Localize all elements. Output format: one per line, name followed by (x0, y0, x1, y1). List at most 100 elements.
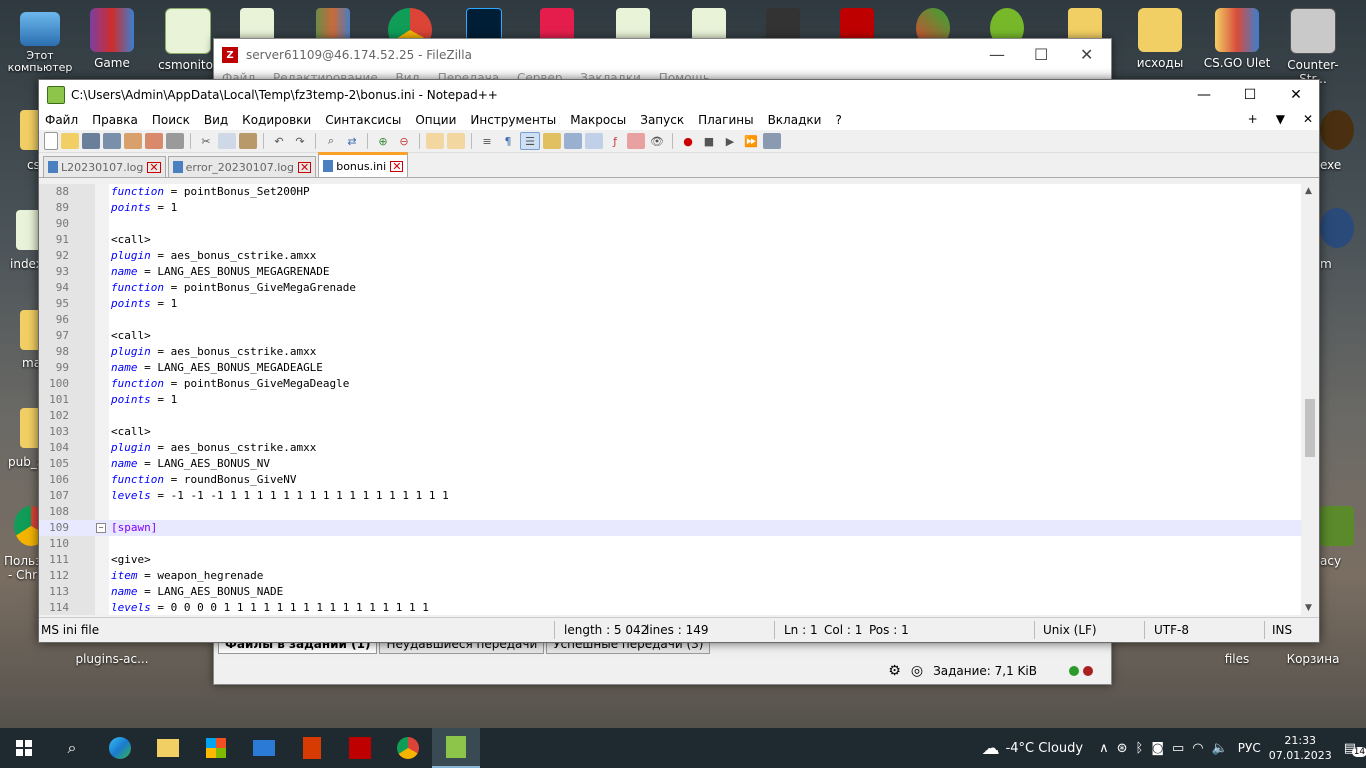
save-icon[interactable] (82, 133, 100, 149)
start-button[interactable] (0, 728, 48, 768)
tab-document[interactable]: error_20230107.log ✕ (167, 156, 317, 177)
bluetooth-icon[interactable]: ᛒ (1136, 741, 1144, 756)
open-file-icon[interactable] (61, 133, 79, 149)
speed-limit-icon[interactable]: ◎ (911, 663, 923, 679)
editor-line[interactable]: 96 (39, 312, 1301, 328)
close-tab-icon[interactable]: ✕ (390, 160, 404, 172)
close-button[interactable]: ✕ (1080, 45, 1093, 64)
editor-line[interactable]: 95 points = 1 (39, 296, 1301, 312)
redo-icon[interactable]: ↷ (291, 133, 309, 149)
search-icon[interactable]: ⌕ (48, 728, 96, 768)
editor-line[interactable]: 104 plugin = aes_bonus_cstrike.amxx (39, 440, 1301, 456)
editor-line[interactable]: 102 (39, 408, 1301, 424)
menu-language[interactable]: Синтаксисы (325, 113, 401, 127)
volume-icon[interactable]: 🔈 (1212, 741, 1228, 756)
editor-line[interactable]: 88 function = pointBonus_Set200HP (39, 184, 1301, 200)
menu-encoding[interactable]: Кодировки (242, 113, 311, 127)
desktop-icon-this-pc[interactable]: Этот компьютер (2, 8, 78, 74)
close-button[interactable]: ✕ (1273, 80, 1319, 110)
indent-guide-icon[interactable]: ☰ (520, 132, 540, 150)
menu-view[interactable]: Вид (204, 113, 228, 127)
cloud-icon[interactable]: ☁ (982, 738, 1000, 759)
mail-icon[interactable] (240, 728, 288, 768)
camera-icon[interactable]: ◙ (1151, 741, 1164, 756)
tab-document-active[interactable]: bonus.ini ✕ (318, 152, 409, 177)
desktop-icon-game[interactable]: Game (74, 8, 150, 70)
battery-icon[interactable]: ▭ (1172, 741, 1184, 756)
editor-line[interactable]: 89 points = 1 (39, 200, 1301, 216)
menu-file[interactable]: Файл (45, 113, 78, 127)
scroll-down-icon[interactable]: ▼ (1305, 603, 1312, 613)
editor-line[interactable]: 110 (39, 536, 1301, 552)
sync-horizontal-icon[interactable] (447, 133, 465, 149)
menu-run[interactable]: Запуск (640, 113, 684, 127)
save-macro-icon[interactable] (763, 133, 781, 149)
print-icon[interactable] (166, 133, 184, 149)
desktop-icon-csgo-ulet[interactable]: CS.GO Ulet (1199, 8, 1275, 70)
weather[interactable]: -4°C Cloudy (1006, 741, 1084, 756)
editor-line[interactable]: 92 plugin = aes_bonus_cstrike.amxx (39, 248, 1301, 264)
maximize-button[interactable]: ☐ (1034, 45, 1048, 64)
app-icon[interactable] (1320, 110, 1354, 150)
editor-line[interactable]: 113 name = LANG_AES_BONUS_NADE (39, 584, 1301, 600)
cut-icon[interactable]: ✂ (197, 133, 215, 149)
close-all-icon[interactable] (145, 133, 163, 149)
tab-list-button[interactable]: ▼ (1276, 112, 1285, 126)
editor-line[interactable]: 99 name = LANG_AES_BONUS_MEGADEAGLE (39, 360, 1301, 376)
editor-line[interactable]: 100 function = pointBonus_GiveMegaDeagle (39, 376, 1301, 392)
replace-icon[interactable]: ⇄ (343, 133, 361, 149)
sync-vertical-icon[interactable] (426, 133, 444, 149)
close-tab-icon[interactable]: ✕ (298, 161, 312, 173)
store-icon[interactable] (192, 728, 240, 768)
editor-line[interactable]: 108 (39, 504, 1301, 520)
doc-map-icon[interactable] (564, 133, 582, 149)
editor-line[interactable]: 114 levels = 0 0 0 0 1 1 1 1 1 1 1 1 1 1 … (39, 600, 1301, 615)
steam-icon[interactable] (1320, 208, 1354, 248)
close-document-button[interactable]: ✕ (1303, 112, 1313, 126)
zoom-out-icon[interactable]: ⊖ (395, 133, 413, 149)
new-tab-button[interactable]: + (1248, 112, 1258, 126)
editor-line[interactable]: 107 levels = -1 -1 -1 1 1 1 1 1 1 1 1 1 1… (39, 488, 1301, 504)
notepadpp-taskbar-icon[interactable] (432, 728, 480, 768)
editor-line[interactable]: 90 (39, 216, 1301, 232)
word-wrap-icon[interactable]: ≡ (478, 133, 496, 149)
maximize-button[interactable]: ☐ (1227, 80, 1273, 110)
folder-workspace-icon[interactable] (627, 133, 645, 149)
filezilla-titlebar[interactable]: Z server61109@46.174.52.25 - FileZilla (214, 39, 1111, 71)
notepadpp-window[interactable]: C:\Users\Admin\AppData\Local\Temp\fz3tem… (38, 79, 1320, 643)
editor-line[interactable]: 112 item = weapon_hegrenade (39, 568, 1301, 584)
udl-icon[interactable] (543, 133, 561, 149)
editor-line[interactable]: 97 <call> (39, 328, 1301, 344)
desktop-icon-counter-strike[interactable]: Counter-Str... (1275, 8, 1351, 86)
notifications-button[interactable]: ▤ 14 (1344, 741, 1366, 757)
chevron-up-icon[interactable]: ∧ (1099, 741, 1109, 756)
paste-icon[interactable] (239, 133, 257, 149)
vertical-scrollbar[interactable]: ▲ ▼ (1301, 184, 1319, 615)
editor-line[interactable]: 91 <call> (39, 232, 1301, 248)
menu-macro[interactable]: Макросы (570, 113, 626, 127)
menu-tools[interactable]: Инструменты (470, 113, 556, 127)
wifi-icon[interactable]: ◠ (1192, 741, 1203, 756)
zoom-in-icon[interactable]: ⊕ (374, 133, 392, 149)
menu-edit[interactable]: Правка (92, 113, 138, 127)
menu-help[interactable]: ? (835, 113, 841, 127)
new-file-icon[interactable] (44, 132, 58, 150)
copy-icon[interactable] (218, 133, 236, 149)
record-macro-icon[interactable]: ● (679, 133, 697, 149)
minimize-button[interactable]: — (1181, 80, 1227, 110)
find-icon[interactable]: ⌕ (322, 133, 340, 149)
editor-area[interactable]: 88 function = pointBonus_Set200HP 89 points… (39, 184, 1319, 615)
editor-line[interactable]: 109 − [spawn] (39, 520, 1301, 536)
stop-macro-icon[interactable]: ■ (700, 133, 718, 149)
fold-toggle-icon[interactable]: − (96, 523, 106, 533)
steam-icon[interactable]: ⊛ (1117, 741, 1128, 756)
menu-plugins[interactable]: Плагины (698, 113, 753, 127)
edge-icon[interactable] (96, 728, 144, 768)
tab-document[interactable]: L20230107.log ✕ (43, 156, 166, 177)
filezilla-taskbar-icon[interactable] (336, 728, 384, 768)
desktop-icon-ishody[interactable]: исходы (1122, 8, 1198, 70)
show-all-chars-icon[interactable]: ¶ (499, 133, 517, 149)
close-file-icon[interactable] (124, 133, 142, 149)
notepadpp-titlebar[interactable]: C:\Users\Admin\AppData\Local\Temp\fz3tem… (39, 80, 1319, 110)
function-list-icon[interactable]: ƒ (606, 133, 624, 149)
